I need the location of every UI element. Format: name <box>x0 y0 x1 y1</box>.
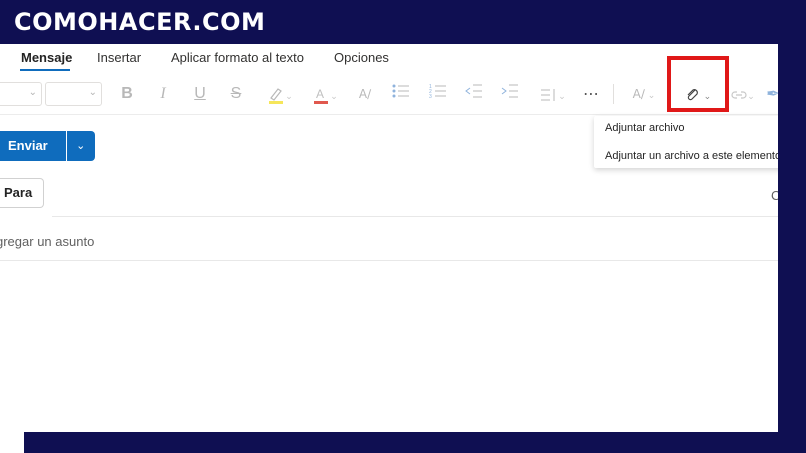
attach-file-item[interactable]: Adjuntar archivo <box>605 122 685 134</box>
active-tab-indicator <box>20 69 70 71</box>
line-spacing-icon[interactable]: ⌄ <box>536 82 570 106</box>
attach-highlight-box <box>667 56 729 112</box>
font-family-select[interactable]: ⌄ <box>0 82 42 106</box>
draw-icon[interactable]: ✒ <box>766 82 778 106</box>
svg-text:3: 3 <box>429 94 432 99</box>
bottom-white-fragment <box>0 432 24 453</box>
svg-text:A: A <box>316 87 324 101</box>
attach-menu: Adjuntar archivo Adjuntar un archivo a e… <box>594 116 778 168</box>
tab-mensaje[interactable]: Mensaje <box>21 50 72 65</box>
ribbon-tabs: Mensaje Insertar Aplicar formato al text… <box>0 44 778 72</box>
outlook-compose-window: Mensaje Insertar Aplicar formato al text… <box>0 44 778 432</box>
strikethrough-icon[interactable]: S <box>228 82 244 106</box>
send-button[interactable]: Enviar <box>0 131 66 161</box>
tab-opciones[interactable]: Opciones <box>334 50 389 65</box>
tab-insertar[interactable]: Insertar <box>97 50 141 65</box>
italic-icon[interactable]: I <box>155 82 171 106</box>
numbered-list-icon[interactable]: 123 <box>427 82 449 106</box>
bullet-list-icon[interactable] <box>390 82 412 106</box>
editor-icon[interactable]: A∕ ⌄ <box>627 82 661 106</box>
chevron-down-icon: ⌄ <box>88 87 97 98</box>
site-logo: COMOHACER.COM <box>14 8 266 36</box>
font-size-select[interactable]: ⌄ <box>45 82 102 106</box>
subject-input[interactable]: gregar un asunto <box>0 234 94 249</box>
to-divider <box>52 216 778 217</box>
cc-fragment[interactable]: C <box>771 188 778 203</box>
tab-formato[interactable]: Aplicar formato al texto <box>171 50 304 65</box>
subject-divider <box>0 260 778 261</box>
decrease-indent-icon[interactable] <box>463 82 485 106</box>
chevron-down-icon: ⌄ <box>28 87 37 98</box>
more-icon[interactable]: ⋯ <box>582 82 600 106</box>
increase-indent-icon[interactable] <box>499 82 521 106</box>
underline-icon[interactable]: U <box>192 82 208 106</box>
styles-icon[interactable]: A∕ <box>354 82 376 106</box>
send-button-group: Enviar ⌄ <box>0 131 95 161</box>
formatting-ribbon: ⌄ ⌄ B I U S ⌄ A ⌄ A∕ 123 ⌄ ⋯ A∕ ⌄ ⌄ ⌄ ✒ <box>0 74 778 115</box>
highlight-icon[interactable]: ⌄ <box>265 82 295 106</box>
send-options-chevron-icon[interactable]: ⌄ <box>65 131 95 161</box>
bold-icon[interactable]: B <box>119 82 135 106</box>
link-icon[interactable]: ⌄ <box>728 82 758 106</box>
attach-to-item-item[interactable]: Adjuntar un archivo a este elemento <box>605 150 778 162</box>
to-button[interactable]: Para <box>0 178 44 208</box>
font-color-icon[interactable]: A ⌄ <box>308 82 342 106</box>
ribbon-separator <box>613 84 614 104</box>
